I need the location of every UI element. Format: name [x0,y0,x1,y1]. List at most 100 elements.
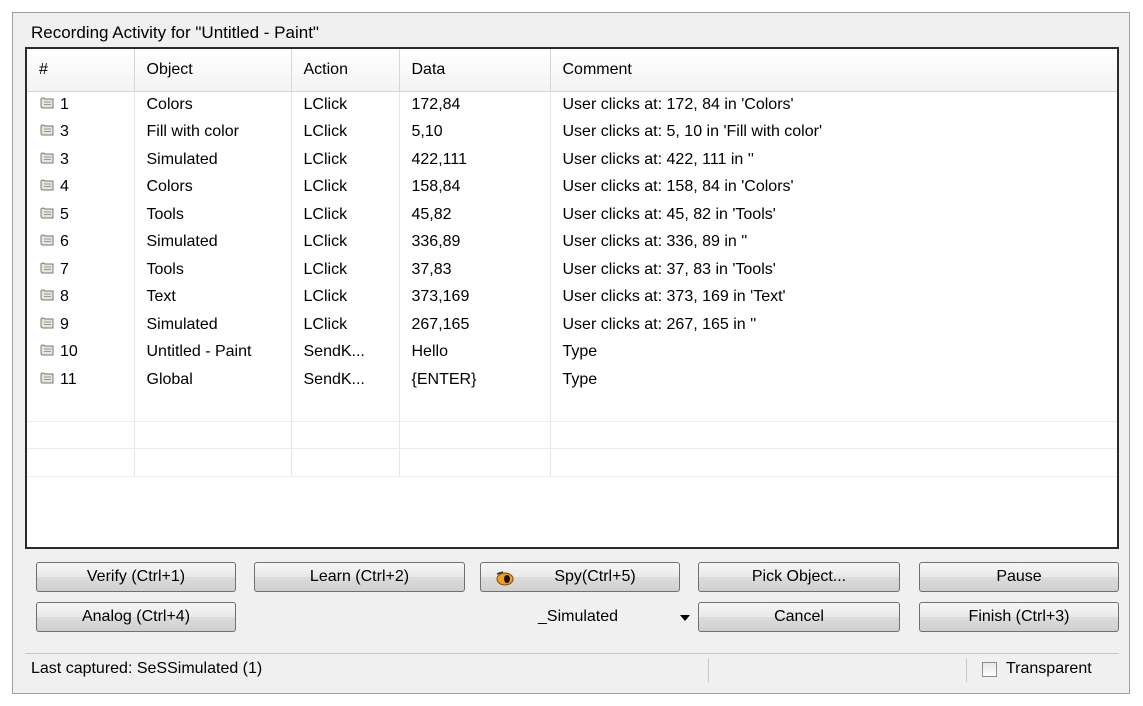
cell-number: 10 [27,338,135,366]
table-row[interactable]: 3 Simulated LClick 422,111 User clicks at: 4… [27,146,1117,174]
cell-object: Simulated [134,146,292,174]
status-separator [966,658,967,682]
cell-action: SendK... [291,338,400,366]
learn-button[interactable]: Learn (Ctrl+2) [254,562,465,592]
empty-row [27,421,1117,449]
table-header-row: # Object Action Data Comment [27,49,1117,92]
cancel-button[interactable]: Cancel [698,602,900,632]
cell-number: 9 [27,311,135,339]
empty-cell [27,448,135,477]
cell-comment: User clicks at: 336, 89 in '' [550,228,1117,256]
cell-data: 45,82 [399,201,551,229]
cell-action: LClick [291,173,400,201]
table-row[interactable]: 5 Tools LClick 45,82 User clicks at: 45, 82 … [27,201,1117,229]
script-scroll-icon [39,207,55,220]
script-scroll-icon [39,97,55,110]
row-number: 5 [60,205,69,223]
empty-cell [291,393,400,422]
cell-comment: User clicks at: 422, 111 in '' [550,146,1117,174]
table-row[interactable]: 1 Colors LClick 172,84 User clicks at: 172, … [27,91,1117,119]
mode-select-value: _Simulated [538,608,619,625]
cell-number: 3 [27,146,135,174]
cell-object: Tools [134,256,292,284]
script-scroll-icon [39,317,55,330]
empty-row [27,448,1117,477]
analog-button[interactable]: Analog (Ctrl+4) [36,602,236,632]
cell-number: 3 [27,118,135,146]
row-number: 3 [60,150,69,168]
table-row[interactable]: 4 Colors LClick 158,84 User clicks at: 158, … [27,173,1117,201]
cell-data: 336,89 [399,228,551,256]
cell-comment: User clicks at: 45, 82 in 'Tools' [550,201,1117,229]
table-row[interactable]: 6 Simulated LClick 336,89 User clicks at: 33… [27,228,1117,256]
empty-cell [399,448,551,477]
cell-object: Untitled - Paint [134,338,292,366]
cell-data: Hello [399,338,551,366]
cell-number: 11 [27,366,135,394]
script-scroll-icon [39,344,55,357]
row-number: 11 [60,370,77,388]
cell-number: 6 [27,228,135,256]
cell-data: 172,84 [399,91,551,119]
recording-activity-window: Recording Activity for "Untitled - Paint… [12,12,1130,694]
row-number: 7 [60,260,69,278]
script-scroll-icon [39,234,55,247]
pause-button[interactable]: Pause [919,562,1119,592]
column-header-object[interactable]: Object [134,49,292,92]
cell-number: 5 [27,201,135,229]
column-header-action[interactable]: Action [291,49,400,92]
pick-object-button[interactable]: Pick Object... [698,562,900,592]
column-header-comment[interactable]: Comment [550,49,1117,92]
status-text: Last captured: SeSSimulated (1) [31,660,263,677]
verify-button[interactable]: Verify (Ctrl+1) [36,562,236,592]
transparent-checkbox-label[interactable]: Transparent [1006,660,1092,678]
eye-spy-icon [495,569,515,597]
script-scroll-icon [39,124,55,137]
script-scroll-icon [39,262,55,275]
cell-number: 7 [27,256,135,284]
cell-action: LClick [291,118,400,146]
cell-number: 4 [27,173,135,201]
cell-data: 158,84 [399,173,551,201]
row-number: 1 [60,96,69,113]
table-row[interactable]: 8 Text LClick 373,169 User clicks at: 373, 1… [27,283,1117,311]
cell-action: LClick [291,201,400,229]
cell-number: 8 [27,283,135,311]
spy-button-label: Spy(Ctrl+5) [554,568,636,585]
empty-cell [291,448,400,477]
table-row[interactable]: 7 Tools LClick 37,83 User clicks at: 37, 83 … [27,256,1117,284]
empty-cell [134,448,292,477]
empty-row [27,393,1117,422]
cell-object: Tools [134,201,292,229]
table-row[interactable]: 9 Simulated LClick 267,165 User clicks at: 2… [27,311,1117,339]
table-row[interactable]: 3 Fill with color LClick 5,10 User clicks at… [27,118,1117,146]
table-row[interactable]: 11 Global SendK... {ENTER} Type [27,366,1117,394]
mode-select[interactable]: _Simulated [490,602,696,632]
spy-button[interactable]: Spy(Ctrl+5) [480,562,680,592]
transparent-checkbox[interactable] [982,662,997,677]
empty-cell [550,421,1117,449]
cell-action: LClick [291,146,400,174]
column-header-data[interactable]: Data [399,49,551,92]
cell-object: Simulated [134,228,292,256]
window-title: Recording Activity for "Untitled - Paint… [31,23,319,42]
cell-action: SendK... [291,366,400,394]
cell-comment: User clicks at: 37, 83 in 'Tools' [550,256,1117,284]
table-row[interactable]: 10 Untitled - Paint SendK... Hello Type [27,338,1117,366]
finish-button[interactable]: Finish (Ctrl+3) [919,602,1119,632]
empty-cell [27,421,135,449]
script-scroll-icon [39,152,55,165]
empty-cell [134,421,292,449]
activity-grid[interactable]: # Object Action Data Comment 1 Colors LCli… [25,47,1119,549]
column-header-number[interactable]: # [27,49,135,92]
row-number: 3 [60,123,69,141]
empty-cell [134,393,292,422]
cell-comment: User clicks at: 158, 84 in 'Colors' [550,173,1117,201]
script-scroll-icon [39,289,55,302]
script-scroll-icon [39,179,55,192]
status-bar: Last captured: SeSSimulated (1) Transpar… [25,653,1119,685]
cell-comment: User clicks at: 267, 165 in '' [550,311,1117,339]
cell-comment: Type [550,338,1117,366]
dropdown-arrow-icon[interactable] [680,615,690,621]
cell-action: LClick [291,283,400,311]
